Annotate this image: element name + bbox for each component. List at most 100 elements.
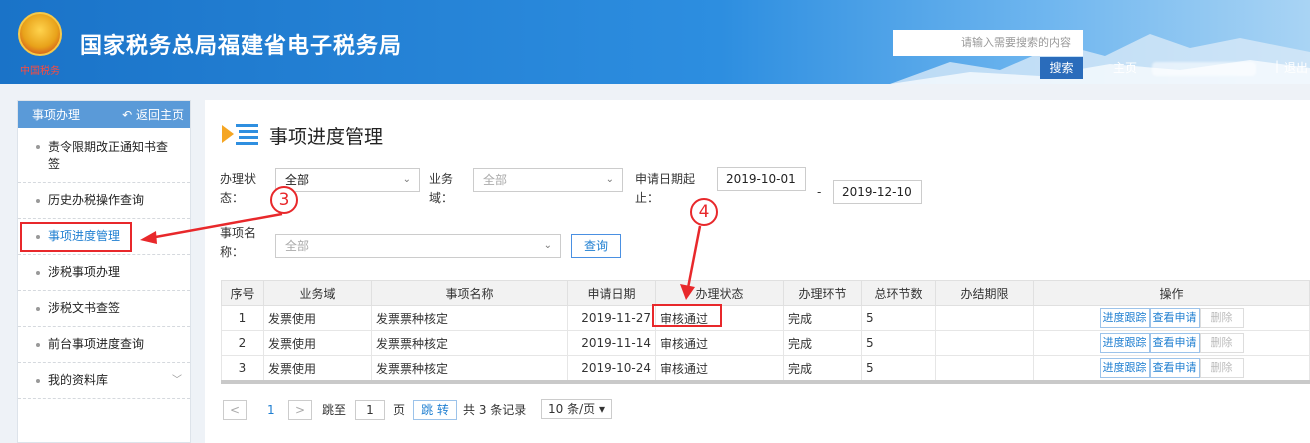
table-horizontal-scrollbar[interactable] [221,380,1310,384]
cell-no: 2 [221,330,264,356]
sidebar-title: 事项办理 [32,108,81,122]
cell-stage: 完成 [783,305,862,331]
cell-total: 5 [861,330,936,356]
nav-home-link[interactable]: 主页 [1113,59,1137,76]
cell-name: 发票票种核定 [371,330,568,356]
chevron-down-icon: ⌄ [402,174,411,185]
cell-total: 5 [861,355,936,381]
site-header: 中国税务 国家税务总局福建省电子税务局 请输入需要搜索的内容 搜索 主页 | 退… [0,0,1310,84]
col-header-status: 办理状态 [655,280,784,306]
cell-deadline [935,355,1034,381]
bullet-icon [36,307,40,311]
cell-domain: 发票使用 [263,330,372,356]
sidebar-item-my-library[interactable]: 我的资料库 ﹀ [18,363,190,399]
chevron-down-icon: ⌄ [605,174,614,185]
cell-total: 5 [861,305,936,331]
chevron-down-icon: ﹀ [172,375,182,386]
cell-domain: 发票使用 [263,355,372,381]
track-progress-button[interactable]: 进度跟踪 [1099,308,1150,328]
sidebar-item-front-desk-query[interactable]: 前台事项进度查询 [18,327,190,363]
sidebar-item-correction-notice[interactable]: 责令限期改正通知书查签 [18,129,190,183]
status-select[interactable]: 全部 ⌄ [275,168,420,192]
cell-date: 2019-11-14 [567,330,656,356]
step-marker-3: 3 [270,186,298,214]
search-button[interactable]: 搜索 [1040,57,1083,79]
emblem-text: 中国税务 [20,66,60,77]
date-to-input[interactable]: 2019-12-10 [833,180,922,204]
back-arrow-icon: ↶ [122,108,136,122]
bullet-icon [36,343,40,347]
view-application-button[interactable]: 查看申请 [1149,308,1200,328]
bullet-icon [36,379,40,383]
prev-page-button[interactable]: < [223,400,247,420]
cell-no: 3 [221,355,264,381]
cell-stage: 完成 [783,355,862,381]
jump-to-label: 跳至 [322,403,347,417]
page-title: 事项进度管理 [269,126,384,148]
highlight-box-sidebar [20,222,132,252]
cell-domain: 发票使用 [263,305,372,331]
col-header-deadline: 办结期限 [935,280,1034,306]
page-size-select[interactable]: 10 条/页 ▾ [541,399,612,419]
logout-link[interactable]: 退出 [1284,59,1308,76]
sidebar-item-tax-documents[interactable]: 涉税文书查签 [18,291,190,327]
main-panel: 事项进度管理 办理状态： 全部 ⌄ 业务域： 全部 ⌄ 申请日期起止： 2019-1… [205,100,1310,443]
date-range-separator: - [817,185,822,199]
bullet-icon [36,199,40,203]
current-page-number[interactable]: 1 [267,400,275,420]
col-header-name: 事项名称 [371,280,568,306]
progress-table: 序号 业务域 事项名称 申请日期 办理状态 办理环节 总环节数 办结期限 操作 … [221,280,1310,381]
bullet-icon [36,271,40,275]
total-records-text: 共 3 条记录 [463,403,527,417]
cell-name: 发票票种核定 [371,305,568,331]
table-header-row: 序号 业务域 事项名称 申请日期 办理状态 办理环节 总环节数 办结期限 操作 [221,280,1310,306]
cell-no: 1 [221,305,264,331]
col-header-stage: 办理环节 [783,280,862,306]
item-name-select[interactable]: 全部 ⌄ [275,234,561,258]
cell-status: 审核通过 [655,355,784,381]
nav-separator: | [1275,59,1280,73]
sidebar-item-history-query[interactable]: 历史办税操作查询 [18,183,190,219]
cell-stage: 完成 [783,330,862,356]
view-application-button[interactable]: 查看申请 [1149,358,1200,378]
delete-button[interactable]: 删除 [1199,333,1244,353]
delete-button[interactable]: 删除 [1199,308,1244,328]
track-progress-button[interactable]: 进度跟踪 [1099,358,1150,378]
cell-actions: 进度跟踪 查看申请 删除 [1033,330,1310,356]
col-header-date: 申请日期 [567,280,656,306]
delete-button[interactable]: 删除 [1199,358,1244,378]
col-header-actions: 操作 [1033,280,1310,306]
search-input[interactable]: 请输入需要搜索的内容 [893,30,1083,56]
query-button[interactable]: 查询 [571,234,621,258]
cell-actions: 进度跟踪 查看申请 删除 [1033,305,1310,331]
back-home-link[interactable]: ↶ 返回主页 [122,106,184,123]
cell-deadline [935,305,1034,331]
chevron-down-icon: ⌄ [543,240,552,251]
col-header-domain: 业务域 [263,280,372,306]
highlight-box-status [652,304,722,327]
site-title: 国家税务总局福建省电子税务局 [80,34,403,59]
page-number-input[interactable]: 1 [355,400,385,420]
view-application-button[interactable]: 查看申请 [1149,333,1200,353]
date-from-input[interactable]: 2019-10-01 [717,167,806,191]
domain-select[interactable]: 全部 ⌄ [473,168,623,192]
col-header-total: 总环节数 [861,280,936,306]
date-range-label: 申请日期起止： [635,172,696,205]
tax-emblem-icon [18,12,62,56]
table-row: 2 发票使用 发票票种核定 2019-11-14 审核通过 完成 5 进度跟踪查… [221,330,1310,356]
cell-deadline [935,330,1034,356]
jump-button[interactable]: 跳 转 [413,400,457,420]
track-progress-button[interactable]: 进度跟踪 [1099,333,1150,353]
sidebar-item-tax-matters[interactable]: 涉税事项办理 [18,255,190,291]
table-row: 1 发票使用 发票票种核定 2019-11-27 审核通过 完成 5 进度跟踪查… [221,305,1310,331]
sidebar-header: 事项办理 ↶ 返回主页 [18,101,190,128]
page-unit-label: 页 [393,403,406,417]
sidebar: 事项办理 ↶ 返回主页 责令限期改正通知书查签 历史办税操作查询 事项进度管理 … [17,100,191,443]
list-menu-icon [222,124,258,145]
user-name-blurred [1152,62,1256,76]
table-row: 3 发票使用 发票票种核定 2019-10-24 审核通过 完成 5 进度跟踪查… [221,355,1310,381]
next-page-button[interactable]: > [288,400,312,420]
step-marker-4: 4 [690,198,718,226]
status-filter-label: 办理状态： [220,172,257,205]
cell-date: 2019-11-27 [567,305,656,331]
